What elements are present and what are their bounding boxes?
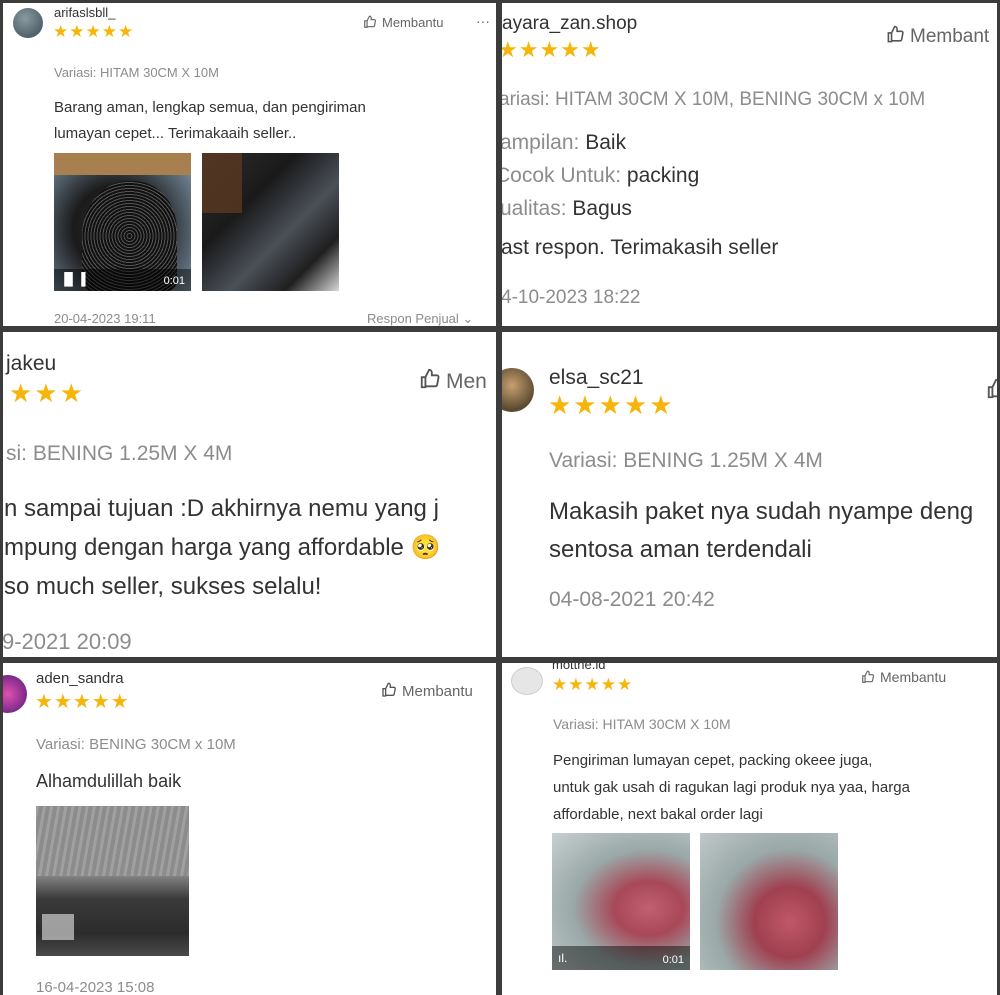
- reviewer-name[interactable]: jakeu: [6, 352, 56, 376]
- review-image-thumbnail[interactable]: [202, 153, 339, 291]
- more-icon[interactable]: ···: [476, 13, 490, 29]
- reviewer-name[interactable]: ayara_zan.shop: [502, 13, 637, 35]
- review-date: 16-04-2023 15:08: [36, 979, 155, 995]
- video-controls: ıl. 0:01: [552, 946, 690, 970]
- video-duration: 0:01: [662, 954, 684, 966]
- review-image-thumbnail[interactable]: [700, 833, 838, 970]
- thumbs-up-icon[interactable]: [986, 378, 997, 405]
- thumbs-up-icon: [382, 682, 396, 697]
- avatar[interactable]: [502, 368, 534, 412]
- variation-label: Variasi: BENING 30CM x 10M: [36, 736, 236, 753]
- avatar[interactable]: [511, 667, 543, 695]
- helpful-button[interactable]: Membantu: [363, 15, 443, 30]
- review-image-thumbnail[interactable]: [36, 806, 189, 956]
- helpful-button[interactable]: Membantu: [861, 669, 946, 685]
- attribute-suitable-for: Cocok Untuk: packing: [502, 164, 700, 187]
- video-controls: ▐▌▐ 0:01: [54, 269, 191, 291]
- review-card: arifaslsbll_ ★★★★★ Membantu ··· Variasi:…: [3, 3, 496, 326]
- video-duration: 0:01: [163, 275, 185, 287]
- review-text: ast respon. Terimakasih seller: [502, 236, 779, 259]
- reviewer-name[interactable]: elsa_sc21: [549, 366, 644, 390]
- seller-response-toggle[interactable]: Respon Penjual ⌄: [367, 311, 473, 326]
- helpful-button[interactable]: Membantu: [381, 682, 473, 700]
- avatar[interactable]: [13, 8, 43, 38]
- thumbs-up-icon: [364, 15, 377, 28]
- review-text: Barang aman, lengkap semua, dan pengirim…: [54, 99, 366, 142]
- review-card: ayara_zan.shop ★★★★★ Membant ariasi: HIT…: [502, 3, 997, 326]
- attribute-quality: ualitas: Bagus: [502, 197, 632, 220]
- review-card: jakeu ★★★ Men si: BENING 1.25M X 4M n sa…: [3, 332, 496, 657]
- rating-stars: ★★★★★: [552, 675, 634, 694]
- thumbs-up-icon: [862, 670, 875, 683]
- review-card: mottne.id ★★★★★ Membantu Variasi: HITAM …: [502, 663, 997, 995]
- review-card: aden_sandra ★★★★★ Membantu Variasi: BENI…: [3, 663, 496, 995]
- helpful-label: Membantu: [402, 683, 473, 700]
- avatar[interactable]: [3, 675, 27, 713]
- variation-label: Variasi: BENING 1.25M X 4M: [549, 449, 823, 472]
- variation-label: Variasi: HITAM 30CM X 10M: [54, 65, 219, 80]
- review-date: 20-04-2023 19:11: [54, 311, 156, 326]
- review-card: elsa_sc21 ★★★★★ Variasi: BENING 1.25M X …: [502, 332, 997, 657]
- variation-label: si: BENING 1.25M X 4M: [6, 442, 233, 465]
- variation-label: ariasi: HITAM 30CM X 10M, BENING 30CM x …: [502, 89, 926, 110]
- play-icon[interactable]: ▐▌▐: [60, 272, 86, 286]
- reviewer-name[interactable]: arifaslsbll_: [54, 5, 115, 20]
- helpful-label: Membantu: [382, 15, 444, 30]
- chevron-down-icon: ⌄: [462, 311, 474, 326]
- rating-stars: ★★★★★: [548, 390, 675, 420]
- review-video-thumbnail[interactable]: ıl. 0:01: [552, 833, 690, 970]
- reviewer-name[interactable]: aden_sandra: [36, 670, 124, 687]
- review-text: n sampai tujuan :D akhirnya nemu yang j …: [4, 495, 441, 600]
- rating-stars: ★★★: [9, 378, 85, 408]
- helpful-label: Men: [446, 370, 487, 393]
- seller-response-label: Respon Penjual: [367, 311, 459, 326]
- rating-stars: ★★★★★: [502, 37, 602, 62]
- review-text: Pengiriman lumayan cepet, packing okeee …: [553, 752, 910, 823]
- review-video-thumbnail[interactable]: ▐▌▐ 0:01: [54, 153, 191, 291]
- variation-label: Variasi: HITAM 30CM X 10M: [553, 716, 731, 732]
- helpful-button[interactable]: Men: [419, 368, 487, 394]
- helpful-button[interactable]: Membant: [886, 25, 989, 48]
- attribute-appearance: ampilan: Baik: [502, 131, 627, 154]
- rating-stars: ★★★★★: [35, 691, 130, 713]
- review-date: 4-10-2023 18:22: [502, 287, 641, 308]
- rating-stars: ★★★★★: [53, 22, 135, 41]
- thumbs-up-icon: [420, 368, 440, 389]
- reviewer-name[interactable]: mottne.id: [552, 663, 605, 672]
- review-text: Makasih paket nya sudah nyampe deng sent…: [549, 498, 974, 563]
- review-date: 04-08-2021 20:42: [549, 588, 715, 611]
- helpful-label: Membantu: [880, 669, 947, 685]
- play-icon[interactable]: ıl.: [558, 951, 567, 965]
- review-date: 9-2021 20:09: [3, 629, 132, 654]
- review-text: Alhamdulillah baik: [36, 771, 182, 791]
- helpful-label: Membant: [910, 26, 990, 47]
- thumbs-up-icon: [887, 25, 904, 43]
